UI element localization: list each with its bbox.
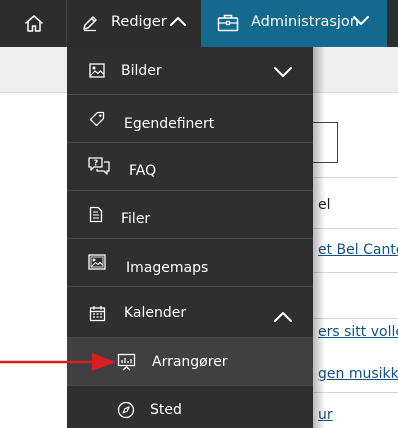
menu-item-faq[interactable]: ? FAQ	[67, 143, 313, 191]
menu-item-label: Kalender	[124, 305, 187, 321]
image-icon	[88, 254, 106, 270]
svg-text:?: ?	[94, 159, 99, 168]
home-button[interactable]	[0, 0, 67, 47]
menu-shadow	[313, 47, 325, 428]
list-item-link[interactable]: et Bel Canto	[318, 242, 398, 258]
compass-icon	[117, 401, 135, 419]
chevron-up-icon[interactable]	[273, 311, 293, 323]
briefcase-icon	[217, 14, 239, 32]
menu-item-kalender[interactable]: Kalender	[67, 287, 313, 338]
tag-icon	[89, 111, 105, 127]
image-icon	[89, 63, 105, 78]
list-item-link[interactable]: gen musikks	[318, 366, 398, 382]
pencil-icon	[83, 16, 97, 32]
administration-menu-label: Administrasjon	[251, 14, 359, 30]
list-item-link[interactable]: ers sitt volle	[318, 324, 398, 340]
chevron-down-icon[interactable]	[273, 66, 293, 78]
administration-menu-button[interactable]: Administrasjon	[201, 0, 387, 47]
annotation-arrow	[0, 353, 116, 371]
menu-item-label: Arrangører	[152, 354, 228, 370]
menu-item-egendefinert[interactable]: Egendefinert	[67, 95, 313, 143]
menu-item-filer[interactable]: Filer	[67, 191, 313, 239]
calendar-icon	[89, 306, 106, 322]
presentation-icon	[117, 353, 136, 371]
menu-item-label: Bilder	[121, 63, 162, 79]
menu-item-label: Sted	[150, 402, 182, 418]
home-icon	[24, 15, 43, 32]
chevron-down-icon	[353, 16, 369, 25]
menu-item-bilder[interactable]: Bilder	[67, 47, 313, 95]
top-navigation-bar: Rediger Administrasjon	[0, 0, 398, 47]
submenu-item-sted[interactable]: Sted	[67, 386, 313, 428]
file-icon	[89, 206, 103, 223]
menu-item-label: Filer	[121, 211, 151, 227]
menu-item-label: Egendefinert	[124, 116, 215, 132]
edit-menu-button[interactable]: Rediger	[67, 0, 201, 47]
menu-item-label: Imagemaps	[126, 260, 209, 276]
edit-menu-label: Rediger	[111, 14, 167, 30]
chevron-up-icon	[170, 17, 186, 26]
chat-bubbles-icon: ?	[88, 157, 110, 175]
menu-item-imagemaps[interactable]: Imagemaps	[67, 239, 313, 287]
menu-item-label: FAQ	[129, 163, 157, 179]
